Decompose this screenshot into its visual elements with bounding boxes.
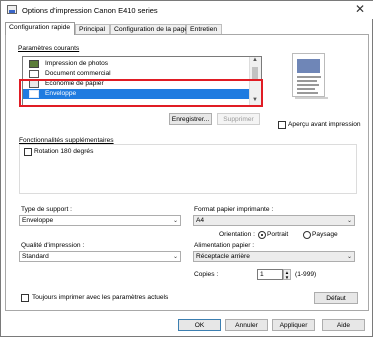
ok-button[interactable]: OK xyxy=(178,319,221,331)
preview-shadow xyxy=(295,97,328,99)
printer-paper-size-value: A4 xyxy=(196,217,205,224)
tab-quick-setup[interactable]: Configuration rapide xyxy=(5,22,75,35)
list-item-business-document[interactable]: Document commercial xyxy=(23,69,251,79)
landscape-label: Paysage xyxy=(312,231,338,238)
preview-line xyxy=(297,84,319,86)
photo-icon xyxy=(29,60,39,68)
help-button[interactable]: Aide xyxy=(322,319,365,331)
media-type-label: Type de support : xyxy=(21,206,72,213)
copies-input[interactable]: 1 xyxy=(257,269,283,280)
window-title: Options d'impression Canon E410 series xyxy=(22,6,158,15)
save-button[interactable]: Enregistrer... xyxy=(169,113,212,125)
portrait-label: Portrait xyxy=(267,231,289,238)
title-bar: Options d'impression Canon E410 series ✕ xyxy=(1,1,373,19)
delete-button[interactable]: Supprimer xyxy=(217,113,260,125)
always-print-checkbox[interactable] xyxy=(21,294,29,302)
copies-range: (1-999) xyxy=(295,271,317,278)
media-type-select[interactable]: Enveloppe ⌄ xyxy=(19,215,181,226)
tab-maintenance[interactable]: Entretien xyxy=(186,24,222,34)
orientation-label: Orientation : xyxy=(219,231,255,238)
paper-preview xyxy=(292,53,325,97)
list-item-label: Document commercial xyxy=(45,70,111,77)
portrait-radio[interactable] xyxy=(258,231,266,239)
printer-paper-size-label: Format papier imprimante : xyxy=(194,206,274,213)
chevron-down-icon: ⌄ xyxy=(172,254,178,260)
preview-line xyxy=(297,80,317,82)
print-options-window: Options d'impression Canon E410 series ✕… xyxy=(0,0,373,337)
rotate-180-checkbox[interactable] xyxy=(24,148,32,156)
preview-image xyxy=(297,59,320,73)
paper-source-value: Réceptacle arrière xyxy=(196,253,250,260)
common-settings-label: Paramètres courants xyxy=(18,45,80,52)
print-quality-value: Standard xyxy=(22,253,49,260)
close-icon[interactable]: ✕ xyxy=(355,3,365,15)
always-print-label: Toujours imprimer avec les paramètres ac… xyxy=(32,294,169,301)
rotate-180-label: Rotation 180 degrés xyxy=(34,148,94,155)
chevron-down-icon: ⌄ xyxy=(346,254,352,260)
highlight-frame xyxy=(19,79,263,107)
chevron-down-icon: ⌄ xyxy=(346,218,352,224)
document-icon xyxy=(29,70,39,78)
list-item-photo-printing[interactable]: Impression de photos xyxy=(23,59,251,69)
paper-source-select[interactable]: Réceptacle arrière ⌄ xyxy=(193,251,355,262)
additional-features-label: Fonctionnalités supplémentaires xyxy=(19,137,114,144)
preview-before-printing-label: Aperçu avant impression xyxy=(288,121,361,128)
defaults-button[interactable]: Défaut xyxy=(314,292,358,304)
copies-stepper[interactable]: ▲ ▼ xyxy=(283,269,291,280)
preview-line xyxy=(297,88,315,90)
preview-line xyxy=(297,92,318,94)
preview-line xyxy=(297,76,321,78)
tab-main[interactable]: Principal xyxy=(75,24,110,34)
paper-source-label: Alimentation papier : xyxy=(194,242,255,249)
media-type-value: Enveloppe xyxy=(22,217,54,224)
scroll-up-icon[interactable]: ▲ xyxy=(252,57,258,63)
printer-app-icon xyxy=(7,5,17,14)
copies-label: Copies : xyxy=(194,271,219,278)
cancel-button[interactable]: Annuler xyxy=(225,319,268,331)
landscape-radio[interactable] xyxy=(303,231,311,239)
print-quality-select[interactable]: Standard ⌄ xyxy=(19,251,181,262)
apply-button[interactable]: Appliquer xyxy=(272,319,315,331)
list-item-label: Impression de photos xyxy=(45,60,109,67)
tab-page-setup[interactable]: Configuration de la page xyxy=(110,24,188,34)
chevron-down-icon: ⌄ xyxy=(172,218,178,224)
preview-before-printing-checkbox[interactable] xyxy=(278,121,286,129)
print-quality-label: Qualité d'impression : xyxy=(21,242,85,249)
stepper-down-icon[interactable]: ▼ xyxy=(284,275,290,280)
printer-paper-size-select[interactable]: A4 ⌄ xyxy=(193,215,355,226)
